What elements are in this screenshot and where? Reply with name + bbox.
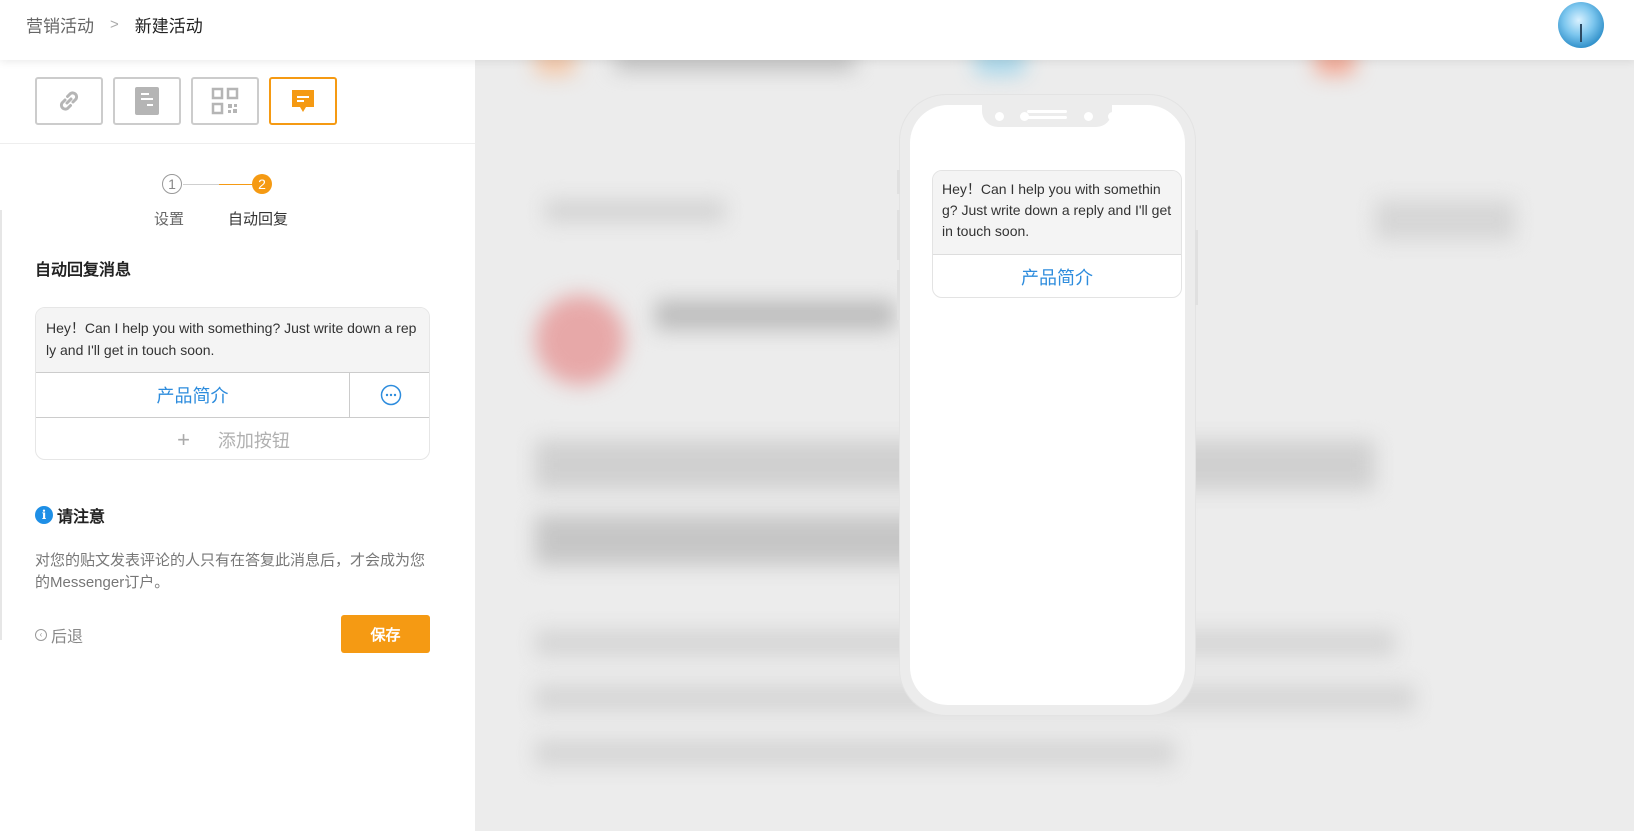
step-2-number[interactable]: 2 [252, 174, 272, 194]
reply-button[interactable]: 产品简介 [36, 373, 350, 417]
preview-reply-button: 产品简介 [933, 254, 1181, 297]
step-connector-active [219, 184, 253, 185]
auto-reply-card: Hey！Can I help you with something? Just … [35, 307, 430, 460]
type-message-button[interactable] [269, 77, 337, 125]
preview-message-text: Hey！Can I help you with something? Just … [933, 171, 1181, 254]
user-avatar[interactable] [1558, 2, 1604, 48]
document-icon [135, 87, 159, 115]
blurred-shape [615, 60, 855, 70]
phone-screen: Hey！Can I help you with something? Just … [910, 105, 1185, 705]
phone-side-button [1195, 230, 1198, 305]
step-2-label: 自动回复 [228, 211, 289, 228]
reply-button-row: 产品简介 [36, 372, 429, 418]
top-header: 营销活动 > 新建活动 [0, 0, 1634, 60]
breadcrumb: 营销活动 > 新建活动 [26, 12, 203, 37]
back-label: 后退 [51, 629, 84, 646]
preview-message-card: Hey！Can I help you with something? Just … [932, 170, 1182, 298]
blurred-shape [535, 740, 1175, 766]
link-icon [59, 91, 79, 111]
notch-speaker [1027, 116, 1067, 119]
step-indicator: 1 2 设置 自动回复 [152, 174, 312, 234]
back-arrow-icon: ‹ [35, 629, 47, 641]
phone-mockup: Hey！Can I help you with something? Just … [897, 95, 1198, 715]
type-link-button[interactable] [35, 77, 103, 125]
type-document-button[interactable] [113, 77, 181, 125]
auto-reply-message[interactable]: Hey！Can I help you with something? Just … [36, 308, 429, 372]
phone-notch [982, 105, 1117, 127]
more-icon [380, 384, 401, 406]
blurred-shape [545, 200, 725, 222]
breadcrumb-separator-icon: > [110, 16, 119, 33]
reply-button-options[interactable] [350, 373, 429, 417]
phone-side-button [897, 270, 900, 320]
blurred-shape [535, 295, 625, 385]
save-button[interactable]: 保存 [341, 615, 430, 653]
blurred-shape [535, 60, 575, 75]
breadcrumb-parent[interactable]: 营销活动 [26, 12, 94, 37]
preview-area: Hey！Can I help you with something? Just … [475, 60, 1634, 831]
blurred-shape [1315, 60, 1355, 75]
phone-side-button [897, 210, 900, 260]
step-1-label: 设置 [154, 211, 185, 228]
qr-code-icon [211, 87, 239, 115]
step-1-number[interactable]: 1 [162, 174, 182, 194]
notice-text: 对您的贴文发表评论的人只有在答复此消息后，才会成为您的Messenger订户。 [35, 552, 426, 591]
notch-dot [1084, 112, 1093, 121]
notch-speaker [1027, 110, 1067, 113]
back-button[interactable]: ‹ 后退 [35, 623, 83, 647]
notice-heading: i 请注意 [35, 503, 105, 527]
blurred-shape [975, 60, 1025, 75]
add-button-label: 添加按钮 [217, 430, 290, 451]
auto-reply-title: 自动回复消息 [35, 262, 132, 279]
plus-icon: + [177, 426, 190, 452]
info-icon: i [35, 506, 53, 524]
step-connector [183, 184, 219, 185]
blurred-shape [1375, 200, 1515, 240]
blurred-shape [655, 300, 895, 330]
notch-dot [995, 112, 1004, 121]
left-panel: 1 2 设置 自动回复 自动回复消息 Hey！Can I help you wi… [0, 60, 475, 831]
panel-edge [0, 210, 2, 640]
notch-dot [1108, 112, 1117, 121]
breadcrumb-current: 新建活动 [134, 17, 203, 36]
phone-side-button [897, 170, 900, 194]
type-qr-button[interactable] [191, 77, 259, 125]
type-selector [0, 60, 475, 144]
add-button[interactable]: + 添加按钮 [36, 418, 429, 459]
notice-title: 请注意 [57, 509, 106, 526]
message-icon [292, 90, 314, 112]
